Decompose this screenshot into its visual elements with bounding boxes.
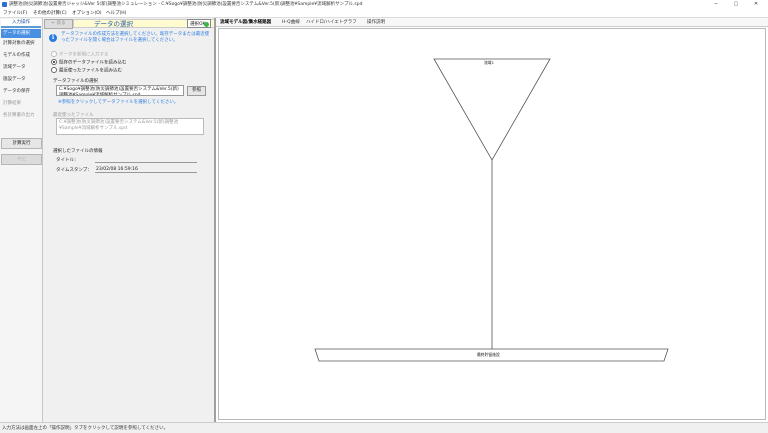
radio-label: データを新規に入力する: [59, 52, 109, 58]
timestamp-value-underline: [95, 172, 197, 173]
radio-button[interactable]: [51, 59, 57, 65]
minimize-button[interactable]: ─: [706, 0, 726, 9]
tab-basin-model[interactable]: 流域モデル図/集水経路図: [220, 19, 271, 25]
menu-file[interactable]: ファイル(F): [3, 10, 27, 16]
info-text: データファイルの作成方法を選択してください。既存データまたは最近使ったファイルを…: [61, 32, 210, 43]
close-button[interactable]: ✕: [746, 0, 766, 9]
radio-button[interactable]: [51, 67, 57, 73]
nav-item-facility-data[interactable]: 施設データ: [1, 75, 41, 84]
info-icon: i: [49, 34, 57, 42]
radio-recent-file[interactable]: 最近使ったファイルを読み込む: [51, 67, 122, 74]
basin-model-diagram: [314, 58, 669, 362]
nav-item-model-create[interactable]: モデルの作成: [1, 51, 41, 60]
tab-hq-curve[interactable]: H-Q曲線: [282, 19, 300, 25]
nav-item-basin-data[interactable]: 流域データ: [1, 63, 41, 72]
nav-item-data-select[interactable]: データの選択: [1, 29, 41, 38]
radio-label: 既存のデータファイルを読み込む: [59, 60, 127, 66]
title-value-underline: [95, 162, 197, 163]
storage-facility-label: 最終貯留施設: [477, 352, 500, 357]
nav-item-calc-result[interactable]: 計算結果: [1, 99, 41, 108]
tab-instructions[interactable]: 操作説明: [367, 19, 385, 25]
recent-file-field[interactable]: C:¥調整池(防災調節池)設置要否システム&Ver.5(新)調整池¥Sample…: [56, 118, 204, 135]
timestamp-label: タイムスタンプ：: [56, 168, 92, 173]
radio-button[interactable]: [51, 51, 57, 57]
nav-item-report-output[interactable]: 各計算書の出力: [1, 111, 41, 120]
menu-bar: ファイル(F) その他の計算(C) オプション(O) ヘルプ(H): [0, 9, 768, 18]
title-label: タイトル：: [56, 158, 79, 163]
nav-item-data-save[interactable]: データの保存: [1, 87, 41, 96]
browse-hint: ※参照をクリックしてデータファイルを選択してください。: [58, 100, 179, 105]
app-icon: [2, 2, 7, 7]
radio-label: 最近使ったファイルを読み込む: [59, 68, 122, 74]
menu-options[interactable]: オプション(O): [72, 10, 102, 16]
status-bar: 入力方法は画面左上の「操作説明」タブをクリックして説明を参照してください。: [0, 422, 768, 433]
left-navigation: 入力操作 データの選択 計算対象の選択 モデルの作成 流域データ 施設データ デ…: [0, 18, 43, 422]
menu-other-calc[interactable]: その他の計算(C): [33, 10, 67, 16]
selected-file-section-label: 選択したファイルの情報: [53, 149, 103, 154]
window-title: 調整池(防災調節池)設置要否ジャッジ&Ver 5(新)調整池シミュレーション -…: [9, 2, 363, 7]
calc-run-button[interactable]: 計算実行: [1, 138, 42, 149]
title-bar: 調整池(防災調節池)設置要否ジャッジ&Ver 5(新)調整池シミュレーション -…: [0, 0, 768, 9]
nav-header: 入力操作: [1, 19, 41, 28]
select-ok-button[interactable]: 選択OK: [187, 19, 211, 28]
file-path-field[interactable]: C:¥Sogo¥調整池(防災調節池)設置要否システム&Ver.5(新)調整池¥S…: [56, 85, 184, 96]
radio-new-input[interactable]: データを新規に入力する: [51, 51, 109, 58]
tab-bar: 流域モデル図/集水経路図 H-Q曲線 ハイドロ/ハイエトグラフ 操作説明: [216, 18, 768, 27]
status-text: 入力方法は画面左上の「操作説明」タブをクリックして説明を参照してください。: [2, 426, 169, 431]
back-button[interactable]: ← 戻る: [44, 19, 73, 29]
stop-button[interactable]: 中止: [1, 154, 42, 165]
diagram-panel: 流域モデル図/集水経路図 H-Q曲線 ハイドロ/ハイエトグラフ 操作説明 流域1…: [216, 18, 768, 422]
check-circle-icon: [204, 21, 209, 27]
menu-help[interactable]: ヘルプ(H): [106, 10, 126, 16]
maximize-button[interactable]: ▢: [726, 0, 746, 9]
model-canvas[interactable]: 流域1 最終貯留施設: [218, 28, 766, 420]
file-section-label: データファイルの選択: [53, 79, 98, 84]
tab-hydrograph[interactable]: ハイドロ/ハイエトグラフ: [306, 19, 357, 25]
basin-node-label: 流域1: [484, 60, 495, 65]
browse-button[interactable]: 参照: [187, 86, 206, 96]
radio-existing-file[interactable]: 既存のデータファイルを読み込む: [51, 59, 127, 66]
basin-node-shape[interactable]: [433, 58, 551, 161]
nav-item-calc-target[interactable]: 計算対象の選択: [1, 39, 41, 48]
